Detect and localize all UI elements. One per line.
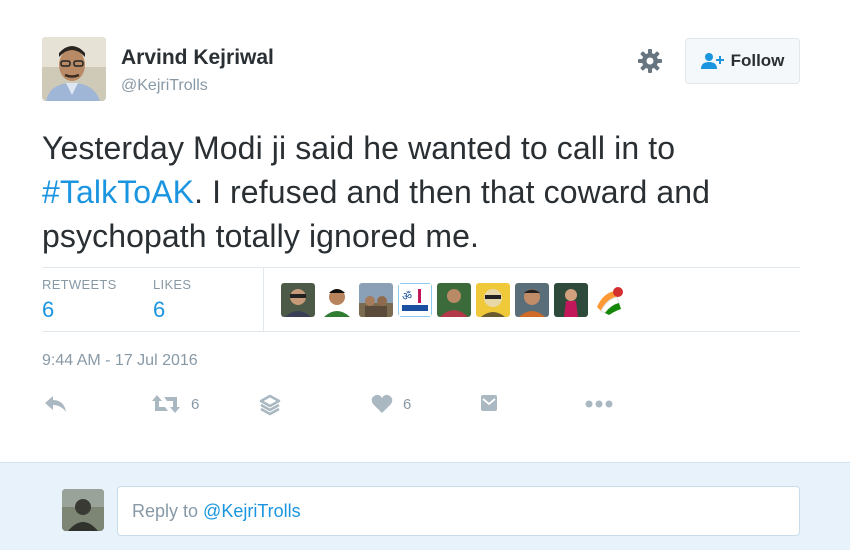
retweets-label[interactable]: RETWEETS (42, 277, 117, 292)
divider (42, 331, 800, 332)
reply-input[interactable]: Reply to @KejriTrolls (117, 486, 800, 536)
liker-avatar[interactable] (554, 283, 588, 317)
tweet-text-before: Yesterday Modi ji said he wanted to call… (42, 130, 676, 166)
retweet-icon (152, 395, 180, 413)
follow-button-label: Follow (730, 51, 785, 70)
more-icon (585, 400, 613, 408)
reply-action[interactable] (44, 394, 68, 414)
likes-label[interactable]: LIKES (153, 277, 191, 292)
follow-button[interactable]: Follow (685, 38, 800, 84)
stack-icon (259, 394, 281, 416)
follow-person-icon (700, 53, 724, 69)
liker-avatar[interactable] (476, 283, 510, 317)
more-action[interactable] (584, 394, 614, 414)
reply-icon (45, 396, 66, 412)
liker-avatar[interactable] (281, 283, 315, 317)
author-name[interactable]: Arvind Kejriwal (121, 46, 274, 70)
liker-avatars: ॐ (281, 283, 627, 317)
reply-area: Reply to @KejriTrolls (0, 462, 850, 550)
tweet-text: Yesterday Modi ji said he wanted to call… (42, 126, 812, 258)
stack-action[interactable] (259, 394, 281, 416)
tweet-card: Arvind Kejriwal @KejriTrolls Follow Yest… (0, 0, 850, 462)
reply-placeholder-prefix: Reply to (132, 501, 204, 521)
gear-icon[interactable] (636, 47, 664, 75)
reply-placeholder-handle: @KejriTrolls (203, 501, 301, 521)
message-icon (481, 395, 497, 411)
tweet-timestamp[interactable]: 9:44 AM - 17 Jul 2016 (42, 352, 198, 370)
liker-avatar[interactable] (593, 283, 627, 317)
divider (42, 267, 800, 268)
liker-avatar[interactable] (359, 283, 393, 317)
retweet-action[interactable]: 6 (151, 394, 199, 414)
retweet-count: 6 (191, 395, 200, 413)
retweets-count[interactable]: 6 (42, 297, 54, 323)
likes-count[interactable]: 6 (153, 297, 165, 323)
svg-text:ॐ: ॐ (402, 290, 412, 303)
liker-avatar[interactable]: ॐ (398, 283, 432, 317)
current-user-avatar (62, 489, 104, 531)
stats-divider (263, 268, 264, 332)
liker-avatar[interactable] (437, 283, 471, 317)
heart-icon (371, 394, 393, 413)
liker-avatar[interactable] (320, 283, 354, 317)
message-action[interactable] (480, 394, 498, 412)
author-avatar[interactable] (42, 37, 106, 101)
like-action[interactable]: 6 (371, 394, 411, 414)
hashtag-link[interactable]: #TalkToAK (42, 174, 194, 210)
liker-avatar[interactable] (515, 283, 549, 317)
author-handle[interactable]: @KejriTrolls (121, 77, 208, 95)
like-count: 6 (403, 395, 412, 413)
